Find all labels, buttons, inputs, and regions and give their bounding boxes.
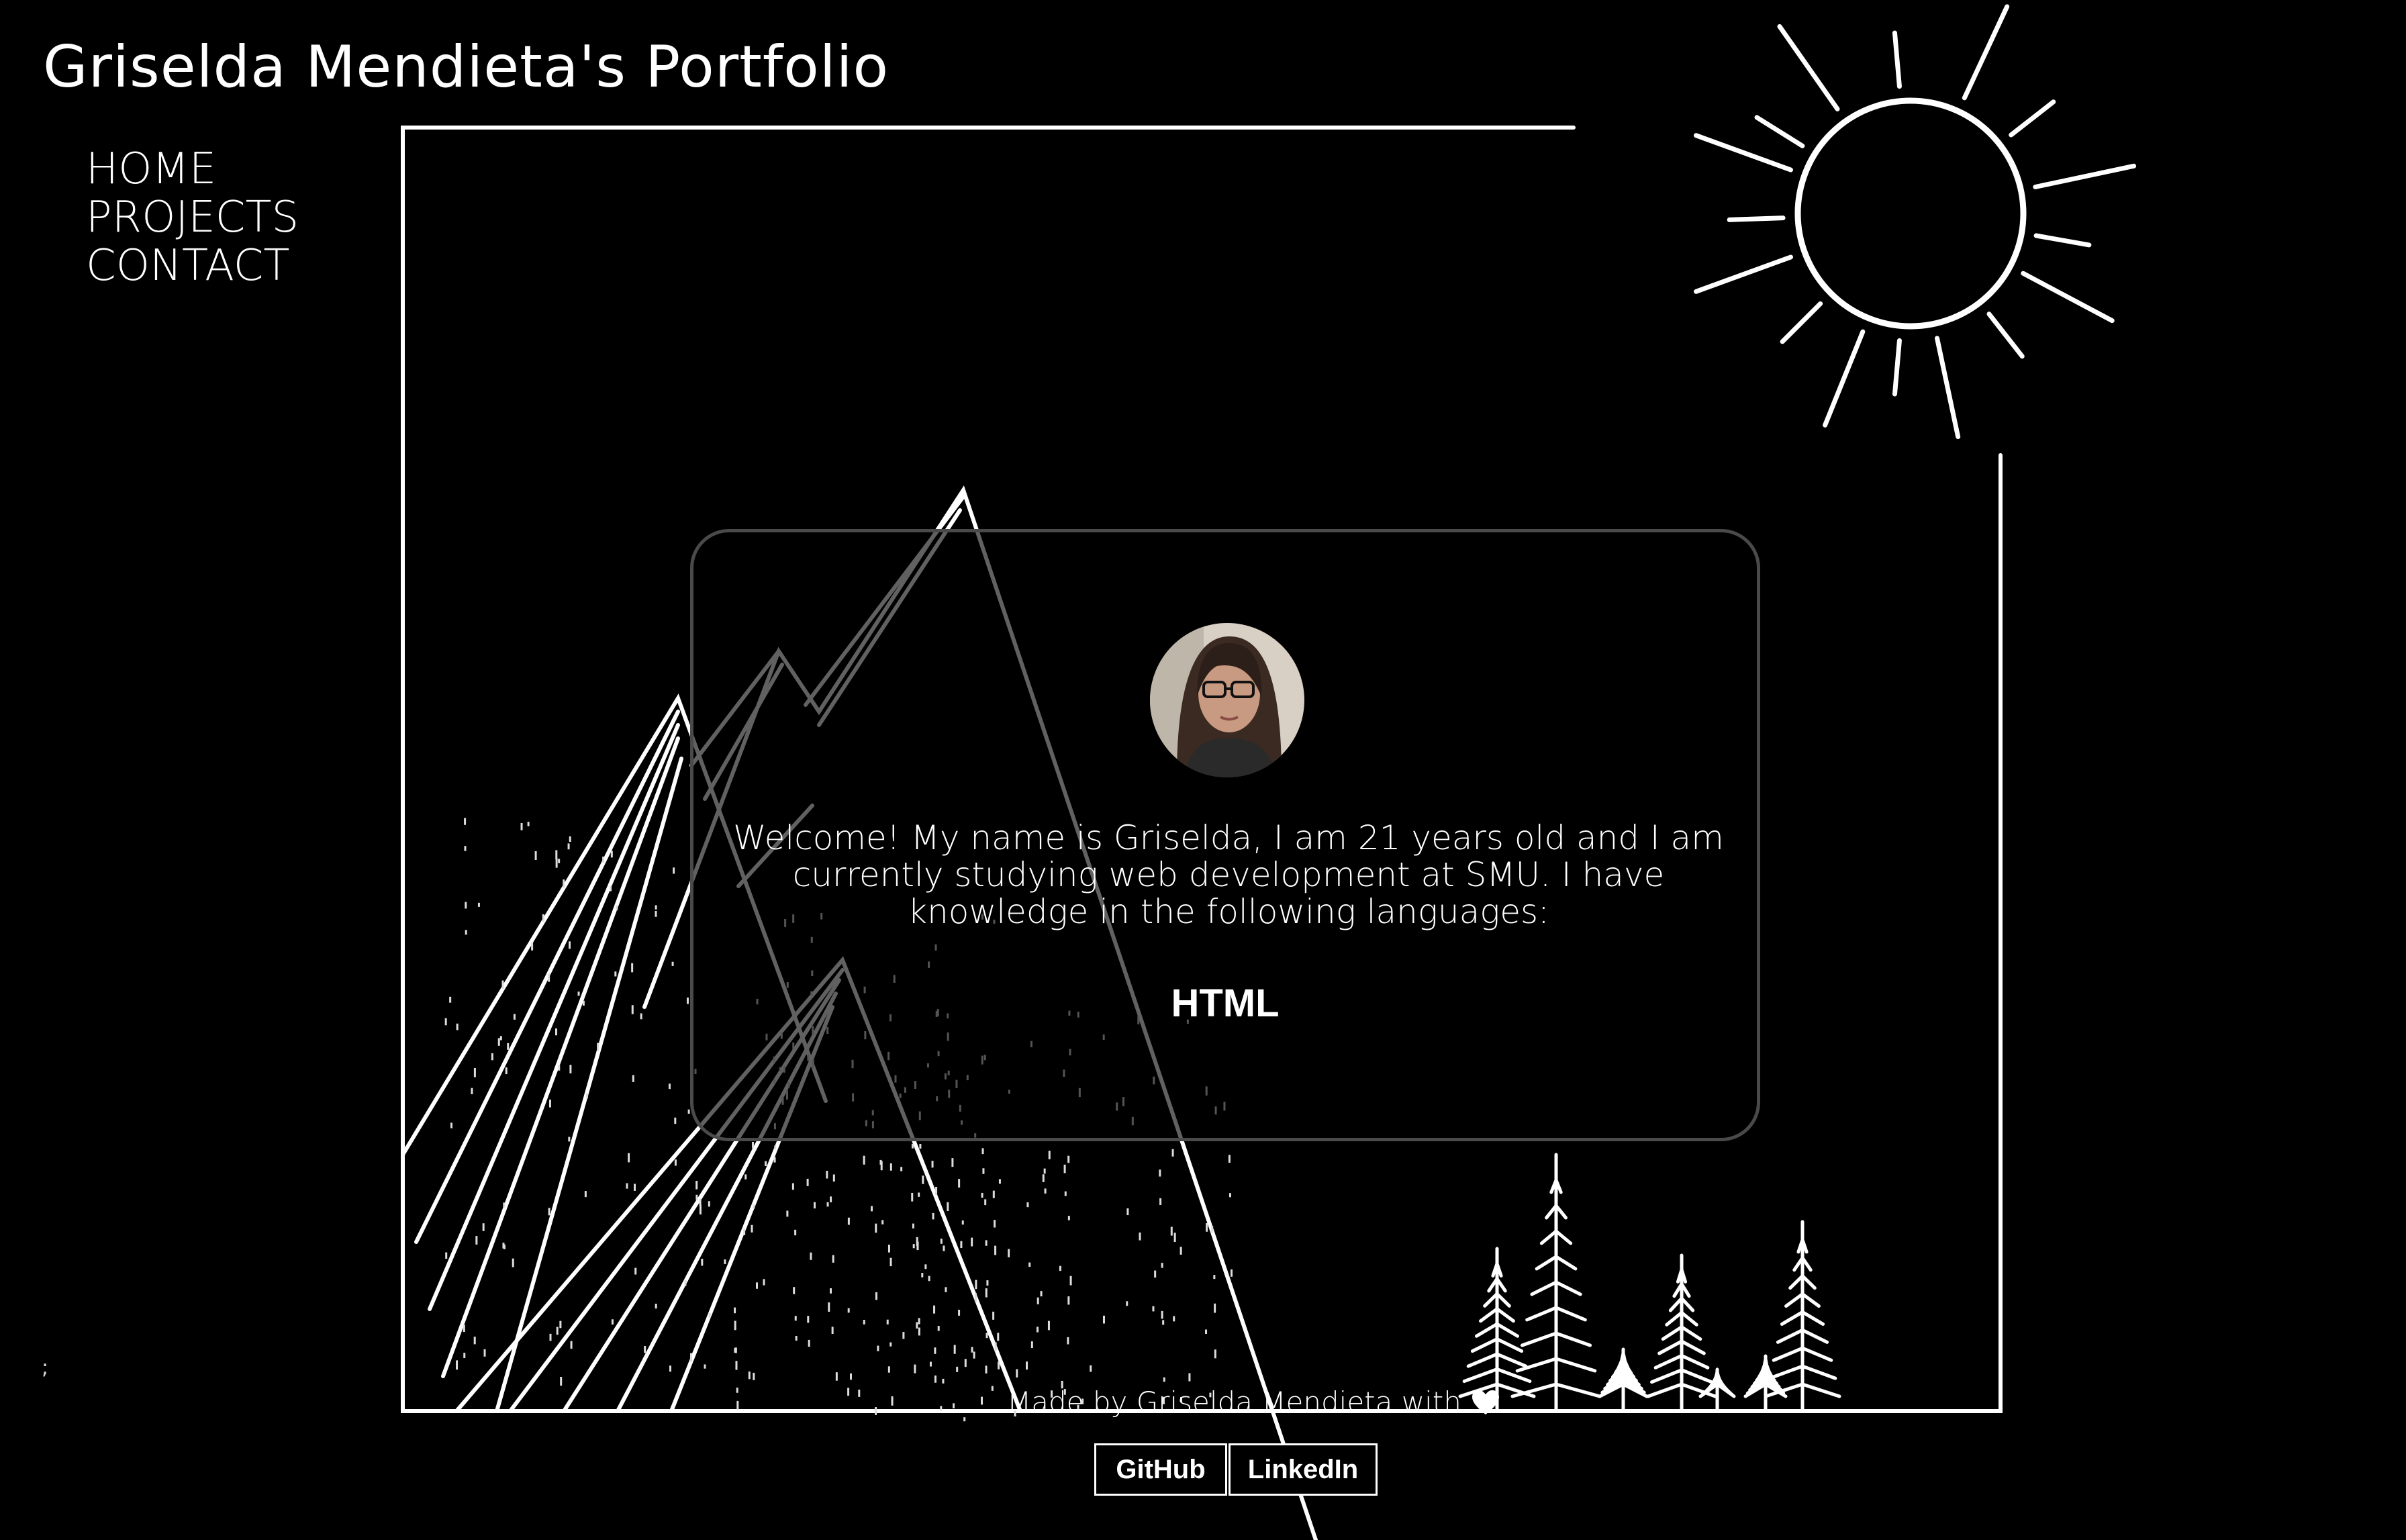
sun-ray xyxy=(2033,233,2092,248)
nav-projects-link[interactable]: PROJECTS xyxy=(86,193,299,242)
sun-ray xyxy=(1780,301,1823,344)
tree-icon xyxy=(1743,1354,1788,1413)
about-card: Welcome! My name is Griselda, I am 21 ye… xyxy=(690,529,1760,1141)
nav-contact-link[interactable]: CONTACT xyxy=(86,242,299,290)
tree-icon xyxy=(1646,1253,1717,1413)
profile-photo xyxy=(1150,623,1304,777)
sun-ray xyxy=(1892,338,1902,397)
sun-ray xyxy=(1962,4,2010,101)
sun-rays xyxy=(1694,4,2137,440)
sun-ray xyxy=(1694,133,1793,173)
main-nav: HOME PROJECTS CONTACT xyxy=(86,145,299,290)
tree-icon xyxy=(1598,1347,1649,1413)
language-item: HTML xyxy=(1171,981,1280,1025)
tree-icon xyxy=(1698,1367,1736,1413)
linkedin-button[interactable]: LinkedIn xyxy=(1229,1443,1378,1496)
site-title: Griselda Mendieta's Portfolio xyxy=(43,34,889,101)
stray-text: ; xyxy=(42,1356,49,1380)
sun-ray xyxy=(2009,99,2056,138)
footer-credit: Made by Griselda Mendieta with xyxy=(1007,1386,1500,1418)
sun-ray xyxy=(1986,311,2025,359)
credit-text: Made by Griselda Mendieta with xyxy=(1007,1386,1461,1418)
heart-icon xyxy=(1472,1390,1499,1414)
sun-ray xyxy=(1694,254,1793,294)
sun-ray xyxy=(2033,163,2137,189)
sun-icon xyxy=(1794,97,2027,330)
sun-ray xyxy=(1727,215,1786,222)
nav-home-link[interactable]: HOME xyxy=(86,145,299,193)
avatar xyxy=(1150,623,1304,777)
sun-ray xyxy=(2021,271,2115,324)
sun-ray xyxy=(1823,329,1866,428)
trees xyxy=(1458,1153,1841,1413)
intro-text: Welcome! My name is Griselda, I am 21 ye… xyxy=(733,818,1724,931)
sun-ray xyxy=(1777,23,1840,111)
tree-icon xyxy=(1510,1153,1602,1413)
github-button[interactable]: GitHub xyxy=(1094,1443,1227,1496)
sun-ray xyxy=(1935,336,1961,440)
sun-ray xyxy=(1754,115,1805,148)
sun-ray xyxy=(1892,30,1902,89)
